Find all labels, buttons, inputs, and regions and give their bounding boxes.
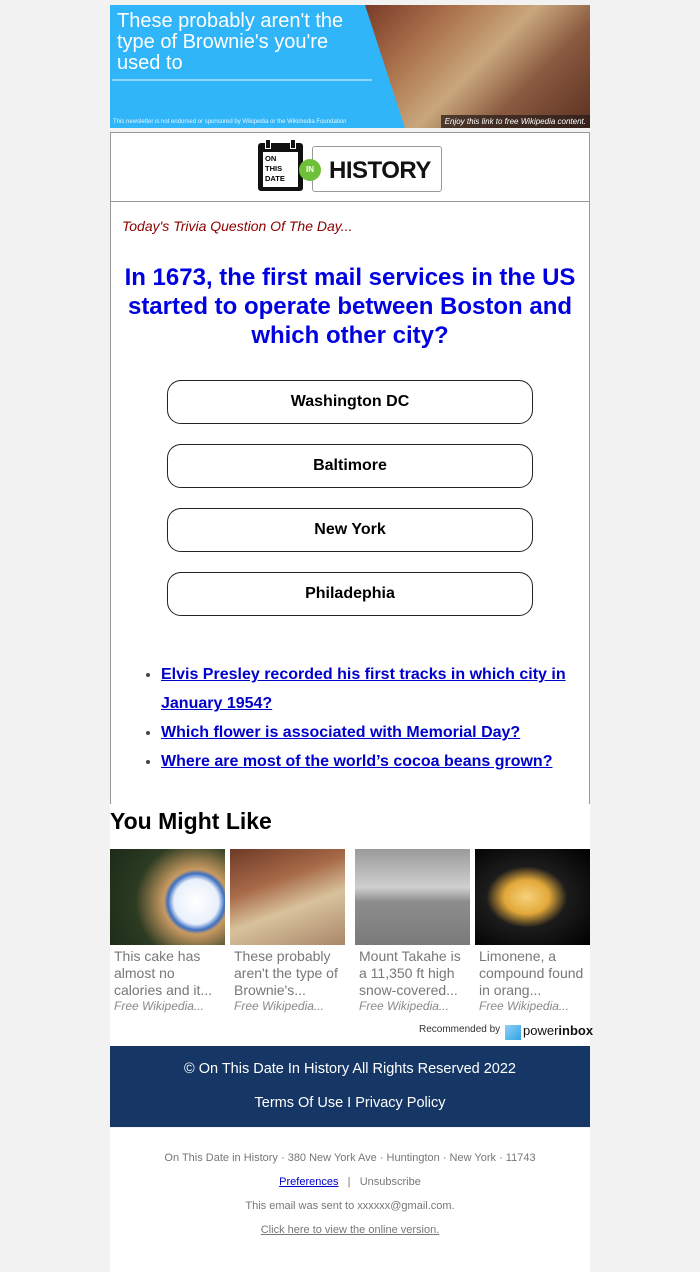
banner-ad[interactable]: These probably aren't the type of Browni… [110, 5, 590, 128]
brownie-image[interactable] [230, 849, 345, 945]
recommendation-tile[interactable]: Limonene, a compound found in orang... F… [475, 849, 590, 1013]
footer: © On This Date In History All Rights Res… [110, 1046, 590, 1127]
question-link[interactable]: Elvis Presley recorded his first tracks … [161, 666, 566, 712]
address-text: On This Date in History · 380 New York A… [164, 1152, 536, 1164]
banner-disclaimer: This newsletter is not endorsed or spons… [113, 119, 347, 125]
brand-inbox: inbox [558, 1023, 594, 1038]
limonene-image[interactable] [475, 849, 590, 945]
list-item: Where are most of the world’s cocoa bean… [161, 747, 601, 776]
tile-source: Free Wikipedia... [234, 999, 324, 1013]
logo-header: ON THIS DATE HISTORY IN [111, 133, 589, 202]
tile-text[interactable]: Limonene, a compound found in orang... [475, 948, 590, 999]
you-might-like-title: You Might Like [110, 808, 272, 834]
preferences-link[interactable]: Preferences [279, 1176, 338, 1188]
tile-text[interactable]: This cake has almost no calories and it.… [110, 948, 225, 999]
preferences-row: Preferences | Unsubscribe [110, 1176, 590, 1188]
brand-power: power [523, 1023, 559, 1038]
cake-plate-image[interactable] [110, 849, 225, 945]
question-link[interactable]: Where are most of the world’s cocoa bean… [161, 753, 552, 770]
email-footer: On This Date in History · 380 New York A… [110, 1128, 590, 1272]
trivia-question: In 1673, the first mail services in the … [124, 264, 576, 349]
answer-button[interactable]: Washington DC [167, 380, 533, 424]
answer-button[interactable]: New York [167, 508, 533, 552]
sent-to-text: This email was sent to xxxxxx@gmail.com. [245, 1200, 455, 1212]
recommendation-tile[interactable]: Mount Takahe is a 11,350 ft high snow-co… [355, 849, 470, 1013]
recommendation-tile[interactable]: This cake has almost no calories and it.… [110, 849, 225, 1013]
view-online-link[interactable]: Click here to view the online version. [261, 1224, 440, 1236]
recommended-by-label: Recommended by [419, 1024, 501, 1035]
logo-text-date: DATE [265, 174, 285, 183]
answer-button[interactable]: Philadephia [167, 572, 533, 616]
question-link[interactable]: Which flower is associated with Memorial… [161, 724, 520, 741]
powerinbox-brand[interactable]: powerinbox [523, 1023, 593, 1038]
terms-privacy-links[interactable]: Terms Of Use I Privacy Policy [110, 1095, 590, 1111]
banner-title: These probably aren't the type of Browni… [117, 10, 344, 74]
answer-button[interactable]: Baltimore [167, 444, 533, 488]
trivia-label: Today's Trivia Question Of The Day... [122, 218, 353, 234]
unsubscribe-link[interactable]: Unsubscribe [360, 1176, 421, 1188]
logo-in-badge: IN [299, 159, 321, 181]
separator: | [347, 1176, 351, 1188]
more-questions-list: Elvis Presley recorded his first tracks … [141, 660, 601, 776]
trivia-card: ON THIS DATE HISTORY IN Today's Trivia Q… [110, 132, 590, 805]
calendar-icon: ON THIS DATE [258, 139, 303, 191]
copyright-text: © On This Date In History All Rights Res… [184, 1061, 516, 1077]
logo-text-this: THIS [265, 164, 283, 173]
logo-history-text: HISTORY [329, 157, 431, 184]
logo-text-on: ON [265, 154, 277, 163]
tile-source: Free Wikipedia... [479, 999, 569, 1013]
mount-takahe-image[interactable] [355, 849, 470, 945]
recommendation-tile[interactable]: These probably aren't the type of Browni… [230, 849, 345, 1013]
logo-history-box: HISTORY [312, 146, 442, 192]
banner-divider [112, 79, 372, 81]
powerinbox-logo-icon[interactable] [505, 1025, 521, 1040]
tile-text[interactable]: Mount Takahe is a 11,350 ft high snow-co… [355, 948, 470, 999]
brownie-painting-image[interactable] [365, 5, 590, 128]
tile-source: Free Wikipedia... [359, 999, 449, 1013]
list-item: Which flower is associated with Memorial… [161, 718, 601, 747]
banner-enjoy-caption: Enjoy this link to free Wikipedia conten… [440, 115, 590, 128]
list-item: Elvis Presley recorded his first tracks … [161, 660, 601, 718]
tile-source: Free Wikipedia... [114, 999, 204, 1013]
tile-text[interactable]: These probably aren't the type of Browni… [230, 948, 345, 999]
